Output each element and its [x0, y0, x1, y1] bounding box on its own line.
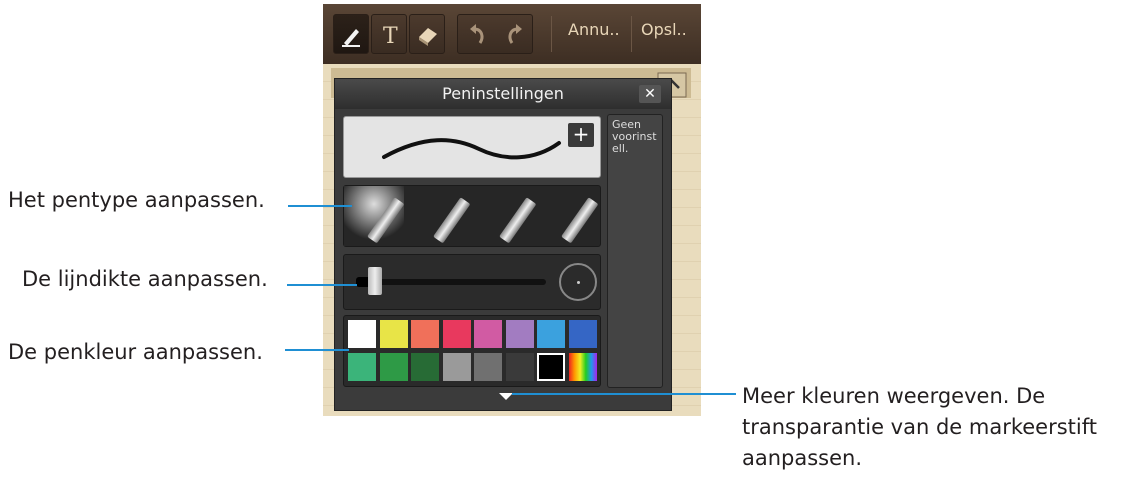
- pen-tool-button[interactable]: [333, 14, 369, 54]
- color-swatch[interactable]: [442, 353, 471, 381]
- line-width-preview: [559, 263, 597, 301]
- line-width-slider-handle[interactable]: [368, 267, 382, 295]
- svg-text:T: T: [383, 24, 398, 49]
- text-tool-button[interactable]: T: [371, 14, 407, 54]
- close-icon: ✕: [644, 86, 656, 102]
- color-swatch[interactable]: [537, 353, 565, 381]
- pen-icon: [342, 29, 360, 47]
- color-swatch[interactable]: [411, 353, 439, 381]
- pen-type-selector: [343, 185, 601, 247]
- callout-more-colors-1: Meer kleuren weergeven. De: [742, 384, 1046, 408]
- chevron-down-icon[interactable]: [499, 393, 513, 400]
- color-swatch[interactable]: [568, 320, 597, 348]
- undo-redo-group: [457, 14, 533, 54]
- panel-title: Peninstellingen ✕: [335, 79, 671, 109]
- text-icon: T: [383, 24, 398, 49]
- callout-more-colors-2: transparantie van de markeerstift: [742, 415, 1097, 439]
- color-swatch[interactable]: [348, 320, 376, 348]
- callout-line-width: De lijndikte aanpassen.: [22, 267, 268, 291]
- stroke-preview: +: [343, 116, 601, 178]
- color-swatch[interactable]: [537, 320, 565, 348]
- color-swatch[interactable]: [505, 320, 534, 348]
- toolbar: T Annu.. Opsl..: [323, 4, 701, 64]
- close-button[interactable]: ✕: [639, 85, 661, 103]
- pen-settings-panel: Peninstellingen ✕ + Geen voorinst ell.: [334, 78, 672, 411]
- color-swatch[interactable]: [379, 353, 408, 381]
- line-width-dot: [577, 281, 580, 284]
- panel-title-text: Peninstellingen: [442, 84, 564, 103]
- eraser-tool-button[interactable]: [409, 14, 445, 54]
- callout-pen-color-line: [285, 349, 349, 351]
- callout-pen-color: De penkleur aanpassen.: [8, 340, 263, 364]
- color-swatch[interactable]: [379, 320, 408, 348]
- color-swatch[interactable]: [568, 353, 597, 381]
- callout-line-width-line: [287, 284, 357, 286]
- undo-icon[interactable]: [460, 15, 496, 53]
- preset-empty-text: Geen voorinst ell.: [612, 118, 657, 155]
- stroke-preview-curve: [382, 138, 561, 160]
- save-button[interactable]: Opsl..: [641, 20, 687, 39]
- callout-more-colors-line: [512, 393, 736, 395]
- redo-icon[interactable]: [496, 15, 532, 53]
- color-swatch[interactable]: [442, 320, 471, 348]
- eraser-icon: [419, 28, 437, 46]
- color-swatch[interactable]: [411, 320, 439, 348]
- color-palette: [343, 315, 601, 387]
- callout-pen-type: Het pentype aanpassen.: [8, 188, 265, 212]
- color-swatch[interactable]: [474, 353, 502, 381]
- color-swatch[interactable]: [348, 353, 376, 381]
- preset-list[interactable]: Geen voorinst ell.: [607, 114, 663, 388]
- add-preset-button[interactable]: +: [568, 123, 594, 147]
- callout-pen-type-line: [288, 205, 352, 207]
- line-width-row: [343, 254, 601, 310]
- line-width-slider-track[interactable]: [356, 279, 546, 285]
- callout-more-colors-3: aanpassen.: [742, 446, 863, 470]
- color-swatch[interactable]: [474, 320, 502, 348]
- color-swatch[interactable]: [505, 353, 534, 381]
- cancel-button[interactable]: Annu..: [568, 20, 620, 39]
- plus-icon: +: [572, 122, 590, 146]
